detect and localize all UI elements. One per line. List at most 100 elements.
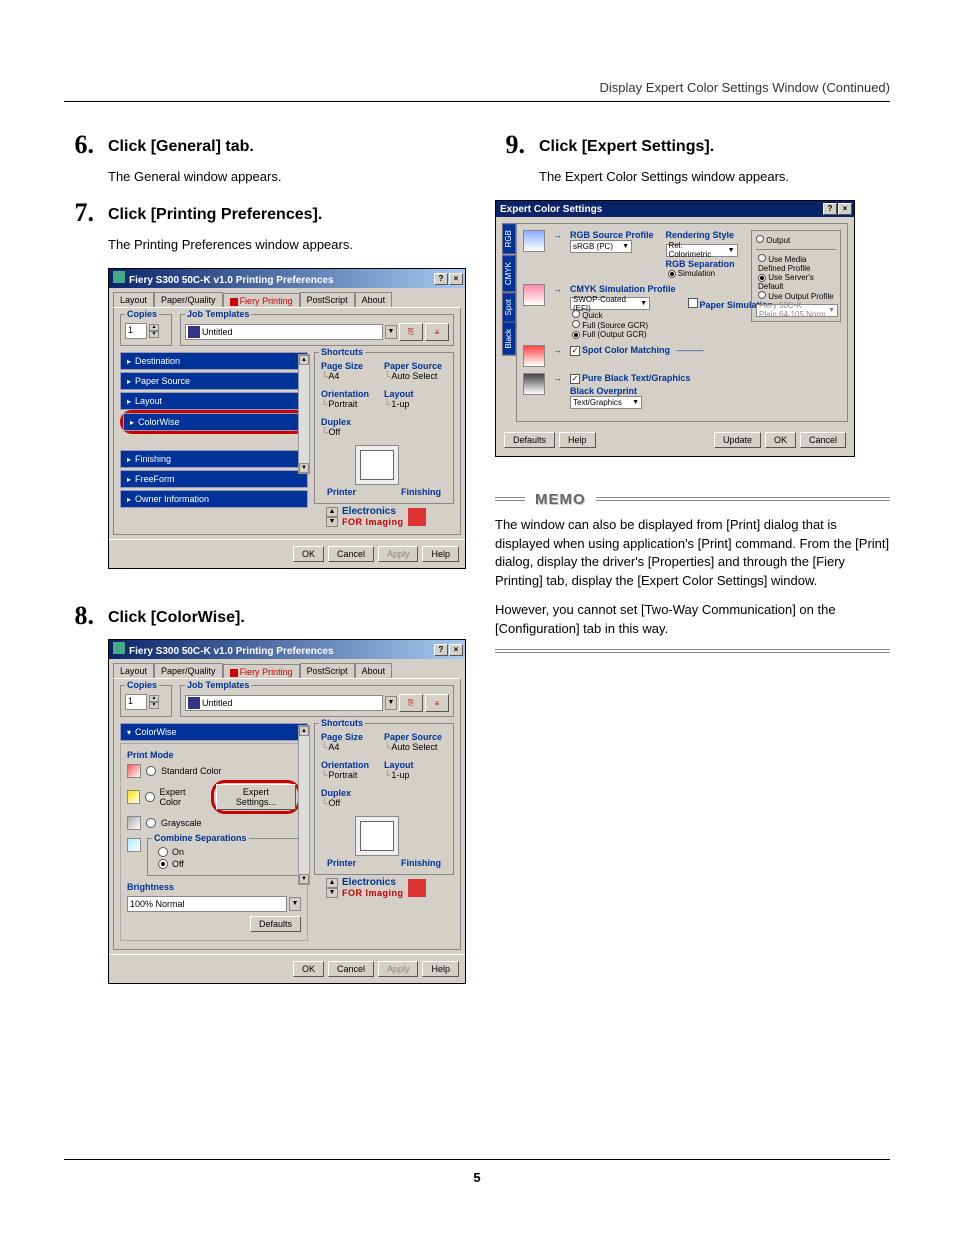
sc-orientation-value: Portrait bbox=[321, 399, 384, 409]
close-icon[interactable]: × bbox=[449, 273, 463, 285]
tab-layout[interactable]: Layout bbox=[113, 292, 154, 307]
tab-postscript[interactable]: PostScript bbox=[300, 663, 355, 678]
help-icon[interactable]: ? bbox=[434, 644, 448, 656]
nav-colorwise[interactable]: ColorWise bbox=[120, 723, 308, 741]
finishing-link[interactable]: Finishing bbox=[401, 858, 441, 868]
pure-black-checkbox[interactable] bbox=[570, 374, 580, 384]
job-template-select[interactable]: Untitled bbox=[185, 695, 383, 711]
cancel-button[interactable]: Cancel bbox=[328, 546, 374, 562]
copies-spinner[interactable]: ▲▼ bbox=[149, 324, 159, 338]
manage-template-button[interactable]: ≡ bbox=[425, 694, 449, 712]
close-icon[interactable]: × bbox=[449, 644, 463, 656]
full-source-radio[interactable] bbox=[572, 320, 580, 328]
defaults-button[interactable]: Defaults bbox=[250, 916, 301, 932]
output-radio[interactable] bbox=[756, 235, 764, 243]
defaults-button[interactable]: Defaults bbox=[504, 432, 555, 448]
vtab-cmyk[interactable]: CMYK bbox=[502, 255, 516, 292]
nav-destination[interactable]: Destination bbox=[120, 352, 308, 370]
output-profile-radio[interactable] bbox=[758, 291, 766, 299]
spot-match-checkbox[interactable] bbox=[570, 346, 580, 356]
manage-template-button[interactable]: ≡ bbox=[425, 323, 449, 341]
job-templates-label: Job Templates bbox=[185, 309, 251, 319]
tab-fiery-printing[interactable]: Fiery Printing bbox=[223, 293, 300, 308]
server-default-radio[interactable] bbox=[758, 274, 766, 282]
job-templates-label: Job Templates bbox=[185, 680, 251, 690]
tab-postscript[interactable]: PostScript bbox=[300, 292, 355, 307]
tab-layout[interactable]: Layout bbox=[113, 663, 154, 678]
page-spinner[interactable]: ▲▼ bbox=[326, 507, 338, 527]
vtab-black[interactable]: Black bbox=[502, 322, 516, 356]
copies-input[interactable]: 1 bbox=[125, 694, 147, 710]
nav-layout[interactable]: Layout bbox=[120, 392, 308, 410]
nav-colorwise[interactable]: ColorWise bbox=[123, 413, 305, 431]
dropdown-arrow-icon[interactable]: ▼ bbox=[385, 325, 397, 339]
grayscale-label: Grayscale bbox=[161, 818, 202, 828]
full-output-radio[interactable] bbox=[572, 331, 580, 339]
titlebar: Fiery S300 50C-K v1.0 Printing Preferenc… bbox=[109, 269, 465, 288]
help-button[interactable]: Help bbox=[422, 546, 459, 562]
update-button[interactable]: Update bbox=[714, 432, 761, 448]
apply-button[interactable]: Apply bbox=[378, 961, 419, 977]
tab-fiery-printing[interactable]: Fiery Printing bbox=[223, 664, 300, 679]
memo-paragraph-1: The window can also be displayed from [P… bbox=[495, 516, 890, 591]
ok-button[interactable]: OK bbox=[293, 961, 324, 977]
page-spinner[interactable]: ▲▼ bbox=[326, 878, 338, 898]
tab-about[interactable]: About bbox=[355, 663, 393, 678]
vtab-rgb[interactable]: RGB bbox=[502, 223, 516, 254]
grayscale-radio[interactable] bbox=[146, 818, 156, 828]
combine-off-radio[interactable] bbox=[158, 859, 168, 869]
paper-sim-checkbox[interactable] bbox=[688, 298, 698, 308]
close-icon[interactable]: × bbox=[838, 203, 852, 215]
cancel-button[interactable]: Cancel bbox=[328, 961, 374, 977]
memo-header: MEMO bbox=[495, 491, 890, 508]
copies-input[interactable]: 1 bbox=[125, 323, 147, 339]
rendering-select[interactable]: Rel. Colorimetric▼ bbox=[666, 244, 738, 257]
nav-finishing[interactable]: Finishing bbox=[120, 450, 308, 468]
media-defined-radio[interactable] bbox=[758, 254, 766, 262]
ok-button[interactable]: OK bbox=[293, 546, 324, 562]
expert-radio[interactable] bbox=[145, 792, 154, 802]
step-desc: The General window appears. bbox=[108, 168, 459, 186]
standard-radio[interactable] bbox=[146, 766, 156, 776]
scrollbar[interactable]: ▲▼ bbox=[298, 354, 310, 474]
copies-spinner[interactable]: ▲▼ bbox=[149, 695, 159, 709]
output-panel: Output Use Media Defined Profile Use Ser… bbox=[751, 230, 841, 322]
vtab-spot[interactable]: Spot bbox=[502, 292, 516, 322]
dropdown-arrow-icon[interactable]: ▼ bbox=[289, 897, 301, 911]
apply-button[interactable]: Apply bbox=[378, 546, 419, 562]
printer-link[interactable]: Printer bbox=[327, 487, 356, 497]
nav-owner-info[interactable]: Owner Information bbox=[120, 490, 308, 508]
save-template-button[interactable]: ⎘ bbox=[399, 323, 423, 341]
finishing-link[interactable]: Finishing bbox=[401, 487, 441, 497]
help-button[interactable]: Help bbox=[559, 432, 596, 448]
help-button[interactable]: Help bbox=[422, 961, 459, 977]
dropdown-arrow-icon[interactable]: ▼ bbox=[385, 696, 397, 710]
job-template-select[interactable]: Untitled bbox=[185, 324, 383, 340]
help-icon[interactable]: ? bbox=[823, 203, 837, 215]
tab-paper-quality[interactable]: Paper/Quality bbox=[154, 292, 223, 307]
tab-about[interactable]: About bbox=[355, 292, 393, 307]
shortcuts-title: Shortcuts bbox=[319, 718, 365, 728]
save-template-button[interactable]: ⎘ bbox=[399, 694, 423, 712]
printer-link[interactable]: Printer bbox=[327, 858, 356, 868]
output-profile-select[interactable]: Fiery 50C-K Plain.64-105 Norm▼ bbox=[756, 304, 838, 317]
rgb-source-select[interactable]: sRGB (PC)▼ bbox=[570, 240, 632, 253]
scrollbar[interactable]: ▲▼ bbox=[298, 725, 310, 885]
fiery-icon bbox=[230, 669, 238, 677]
tab-paper-quality[interactable]: Paper/Quality bbox=[154, 663, 223, 678]
titlebar: Expert Color Settings ? × bbox=[496, 201, 854, 217]
nav-freeform[interactable]: FreeForm bbox=[120, 470, 308, 488]
quick-radio[interactable] bbox=[572, 310, 580, 318]
help-icon[interactable]: ? bbox=[434, 273, 448, 285]
brightness-select[interactable]: 100% Normal bbox=[127, 896, 287, 912]
ok-button[interactable]: OK bbox=[765, 432, 796, 448]
cancel-button[interactable]: Cancel bbox=[800, 432, 846, 448]
sc-duplex-label: Duplex bbox=[321, 417, 447, 427]
black-overprint-label: Black Overprint bbox=[570, 386, 690, 396]
expert-settings-button[interactable]: Expert Settings... bbox=[216, 784, 296, 810]
cmyk-sim-select[interactable]: SWOP-Coated (EFI)▼ bbox=[570, 297, 650, 310]
black-overprint-select[interactable]: Text/Graphics▼ bbox=[570, 396, 642, 409]
nav-paper-source[interactable]: Paper Source bbox=[120, 372, 308, 390]
simulation-radio[interactable] bbox=[668, 270, 676, 278]
combine-on-radio[interactable] bbox=[158, 847, 168, 857]
